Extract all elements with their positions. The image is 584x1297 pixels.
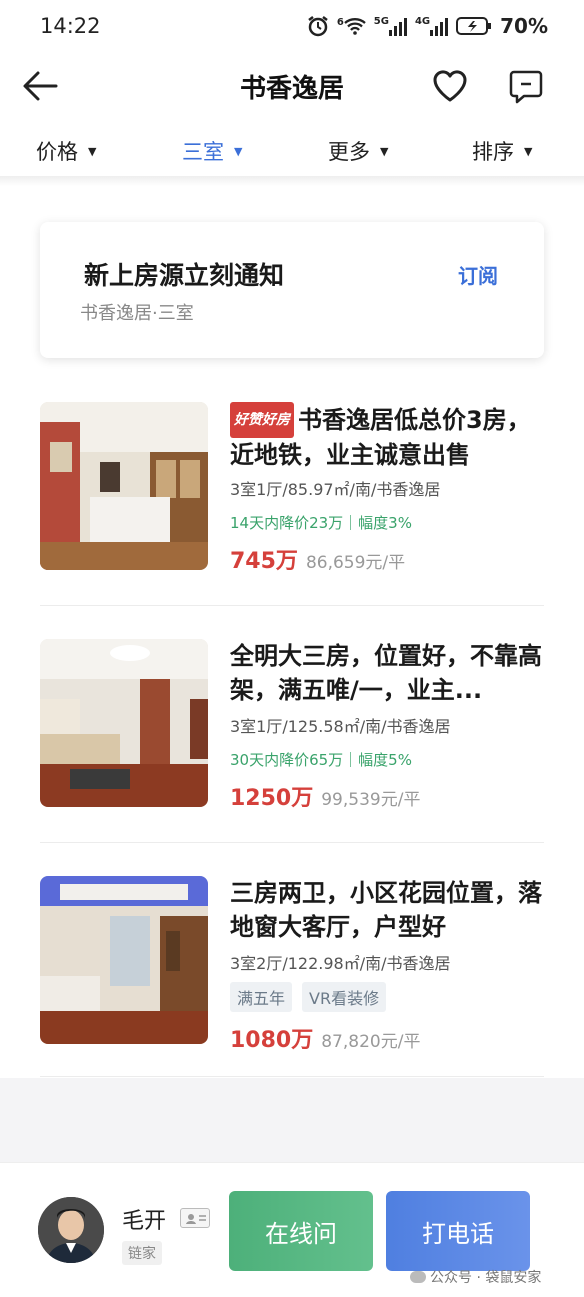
nav-bar: 书香逸居 bbox=[0, 56, 584, 116]
filter-rooms[interactable]: 三室 ▼ bbox=[182, 136, 242, 166]
business-card-icon[interactable] bbox=[180, 1208, 210, 1228]
subscribe-title: 新上房源立刻通知 bbox=[84, 261, 285, 290]
back-button[interactable] bbox=[20, 68, 60, 104]
online-chat-button[interactable]: 在线问 bbox=[229, 1191, 373, 1271]
listing-photo bbox=[40, 402, 208, 570]
chevron-down-icon: ▼ bbox=[234, 144, 243, 158]
listing-item[interactable]: 好赞好房 书香逸居低总价3房，近地铁，业主诚意出售 3室1厅/85.97㎡/南/书… bbox=[40, 402, 544, 582]
list-footer-space bbox=[0, 1078, 584, 1162]
arrow-left-icon bbox=[23, 71, 58, 101]
listing-title-block: 好赞好房 书香逸居低总价3房，近地铁，业主诚意出售 bbox=[230, 402, 544, 470]
unit-price: 86,659元/平 bbox=[305, 553, 406, 573]
listing-photo bbox=[40, 876, 208, 1044]
alarm-icon bbox=[308, 16, 328, 37]
agent-name: 毛开 bbox=[122, 1209, 167, 1234]
total-price: 1250万 bbox=[230, 786, 314, 811]
price-drop-text: 30天内降价65万｜幅度5% bbox=[230, 751, 412, 769]
list-divider bbox=[40, 605, 544, 606]
filter-sort-label: 排序 bbox=[472, 140, 514, 164]
subscribe-desc: 书香逸居·三室 bbox=[80, 303, 194, 324]
price-row: 1080万 87,820元/平 bbox=[230, 1022, 544, 1054]
listing-info: 三房两卫，小区花园位置，落地窗大客厅，户型好 3室2厅/122.98㎡/南/书香… bbox=[230, 876, 544, 1054]
unit-price: 99,539元/平 bbox=[321, 790, 421, 810]
listing-item[interactable]: 全明大三房，位置好，不靠高架，满五唯/一，业主... 3室1厅/125.58㎡/… bbox=[40, 639, 544, 819]
favorite-button[interactable] bbox=[430, 68, 470, 104]
listing-photo bbox=[40, 639, 208, 807]
unit-price: 87,820元/平 bbox=[321, 1032, 421, 1052]
listing-title: 全明大三房，位置好，不靠高架，满五唯/一，业主... bbox=[230, 642, 542, 704]
listing-item[interactable]: 三房两卫，小区花园位置，落地窗大客厅，户型好 3室2厅/122.98㎡/南/书香… bbox=[40, 876, 544, 1056]
filter-rooms-label: 三室 bbox=[182, 140, 224, 164]
total-price: 745万 bbox=[230, 549, 298, 574]
chevron-down-icon: ▼ bbox=[88, 144, 97, 158]
tag-five-years: 满五年 bbox=[230, 982, 293, 1012]
network-1-label: 5G bbox=[373, 16, 389, 27]
price-drop-text: 14天内降价23万｜幅度3% bbox=[230, 514, 412, 532]
avatar[interactable] bbox=[38, 1197, 104, 1263]
listing-info: 全明大三房，位置好，不靠高架，满五唯/一，业主... 3室1厅/125.58㎡/… bbox=[230, 639, 544, 812]
filter-sort[interactable]: 排序 ▼ bbox=[472, 136, 532, 166]
chat-bubble-icon bbox=[509, 70, 543, 104]
listing-tags: 满五年 VR看装修 bbox=[230, 982, 544, 1012]
wifi-tag: 6 bbox=[336, 17, 344, 28]
heart-icon bbox=[433, 70, 467, 102]
recommend-badge: 好赞好房 bbox=[230, 402, 294, 438]
subscribe-button[interactable]: 订阅 bbox=[458, 260, 498, 289]
status-bar: 14:22 6 5G 4G 70% bbox=[0, 0, 584, 52]
wechat-icon bbox=[410, 1271, 426, 1283]
battery-icon bbox=[456, 17, 492, 35]
page-title: 书香逸居 bbox=[239, 74, 344, 104]
listing-specs: 3室1厅/85.97㎡/南/书香逸居 bbox=[230, 480, 441, 499]
wifi-icon: 6 bbox=[337, 17, 366, 35]
filter-price[interactable]: 价格 ▼ bbox=[36, 136, 96, 166]
list-divider bbox=[40, 842, 544, 843]
filter-more[interactable]: 更多 ▼ bbox=[328, 136, 388, 166]
chevron-down-icon: ▼ bbox=[524, 144, 533, 158]
agent-brand-tag: 链家 bbox=[122, 1241, 162, 1265]
listing-title: 三房两卫，小区花园位置，落地窗大客厅，户型好 bbox=[230, 879, 542, 941]
price-row: 1250万 99,539元/平 bbox=[230, 780, 544, 812]
watermark: 公众号 · 袋鼠安家 bbox=[410, 1267, 541, 1287]
tag-vr: VR看装修 bbox=[302, 982, 387, 1012]
listing-specs: 3室1厅/125.58㎡/南/书香逸居 bbox=[230, 717, 451, 736]
listing-info: 好赞好房 书香逸居低总价3房，近地铁，业主诚意出售 3室1厅/85.97㎡/南/书… bbox=[230, 402, 544, 575]
watermark-text: 公众号 · 袋鼠安家 bbox=[430, 1270, 542, 1286]
signal-4g-icon: 4G bbox=[414, 16, 449, 36]
agent-bar: 毛开 链家 在线问 打电话 公众号 · 袋鼠安家 bbox=[0, 1162, 584, 1297]
filter-more-label: 更多 bbox=[328, 140, 370, 164]
signal-5g-icon: 5G bbox=[374, 16, 407, 36]
call-button[interactable]: 打电话 bbox=[386, 1191, 530, 1271]
listing-specs: 3室2厅/122.98㎡/南/书香逸居 bbox=[230, 954, 451, 973]
network-2-label: 4G bbox=[414, 16, 431, 27]
total-price: 1080万 bbox=[230, 1028, 314, 1053]
status-time: 14:22 bbox=[40, 14, 101, 38]
filter-bar: 价格 ▼ 三室 ▼ 更多 ▼ 排序 ▼ bbox=[0, 130, 584, 176]
price-row: 745万 86,659元/平 bbox=[230, 543, 544, 575]
filter-price-label: 价格 bbox=[36, 140, 78, 164]
battery-percent: 70% bbox=[500, 14, 548, 38]
list-divider bbox=[40, 1076, 544, 1077]
message-button[interactable] bbox=[506, 66, 546, 106]
status-icons: 6 5G 4G 70% bbox=[307, 14, 548, 38]
subscribe-card: 新上房源立刻通知 书香逸居·三室 订阅 bbox=[40, 222, 544, 358]
chevron-down-icon: ▼ bbox=[380, 144, 389, 158]
filter-divider bbox=[0, 176, 584, 186]
